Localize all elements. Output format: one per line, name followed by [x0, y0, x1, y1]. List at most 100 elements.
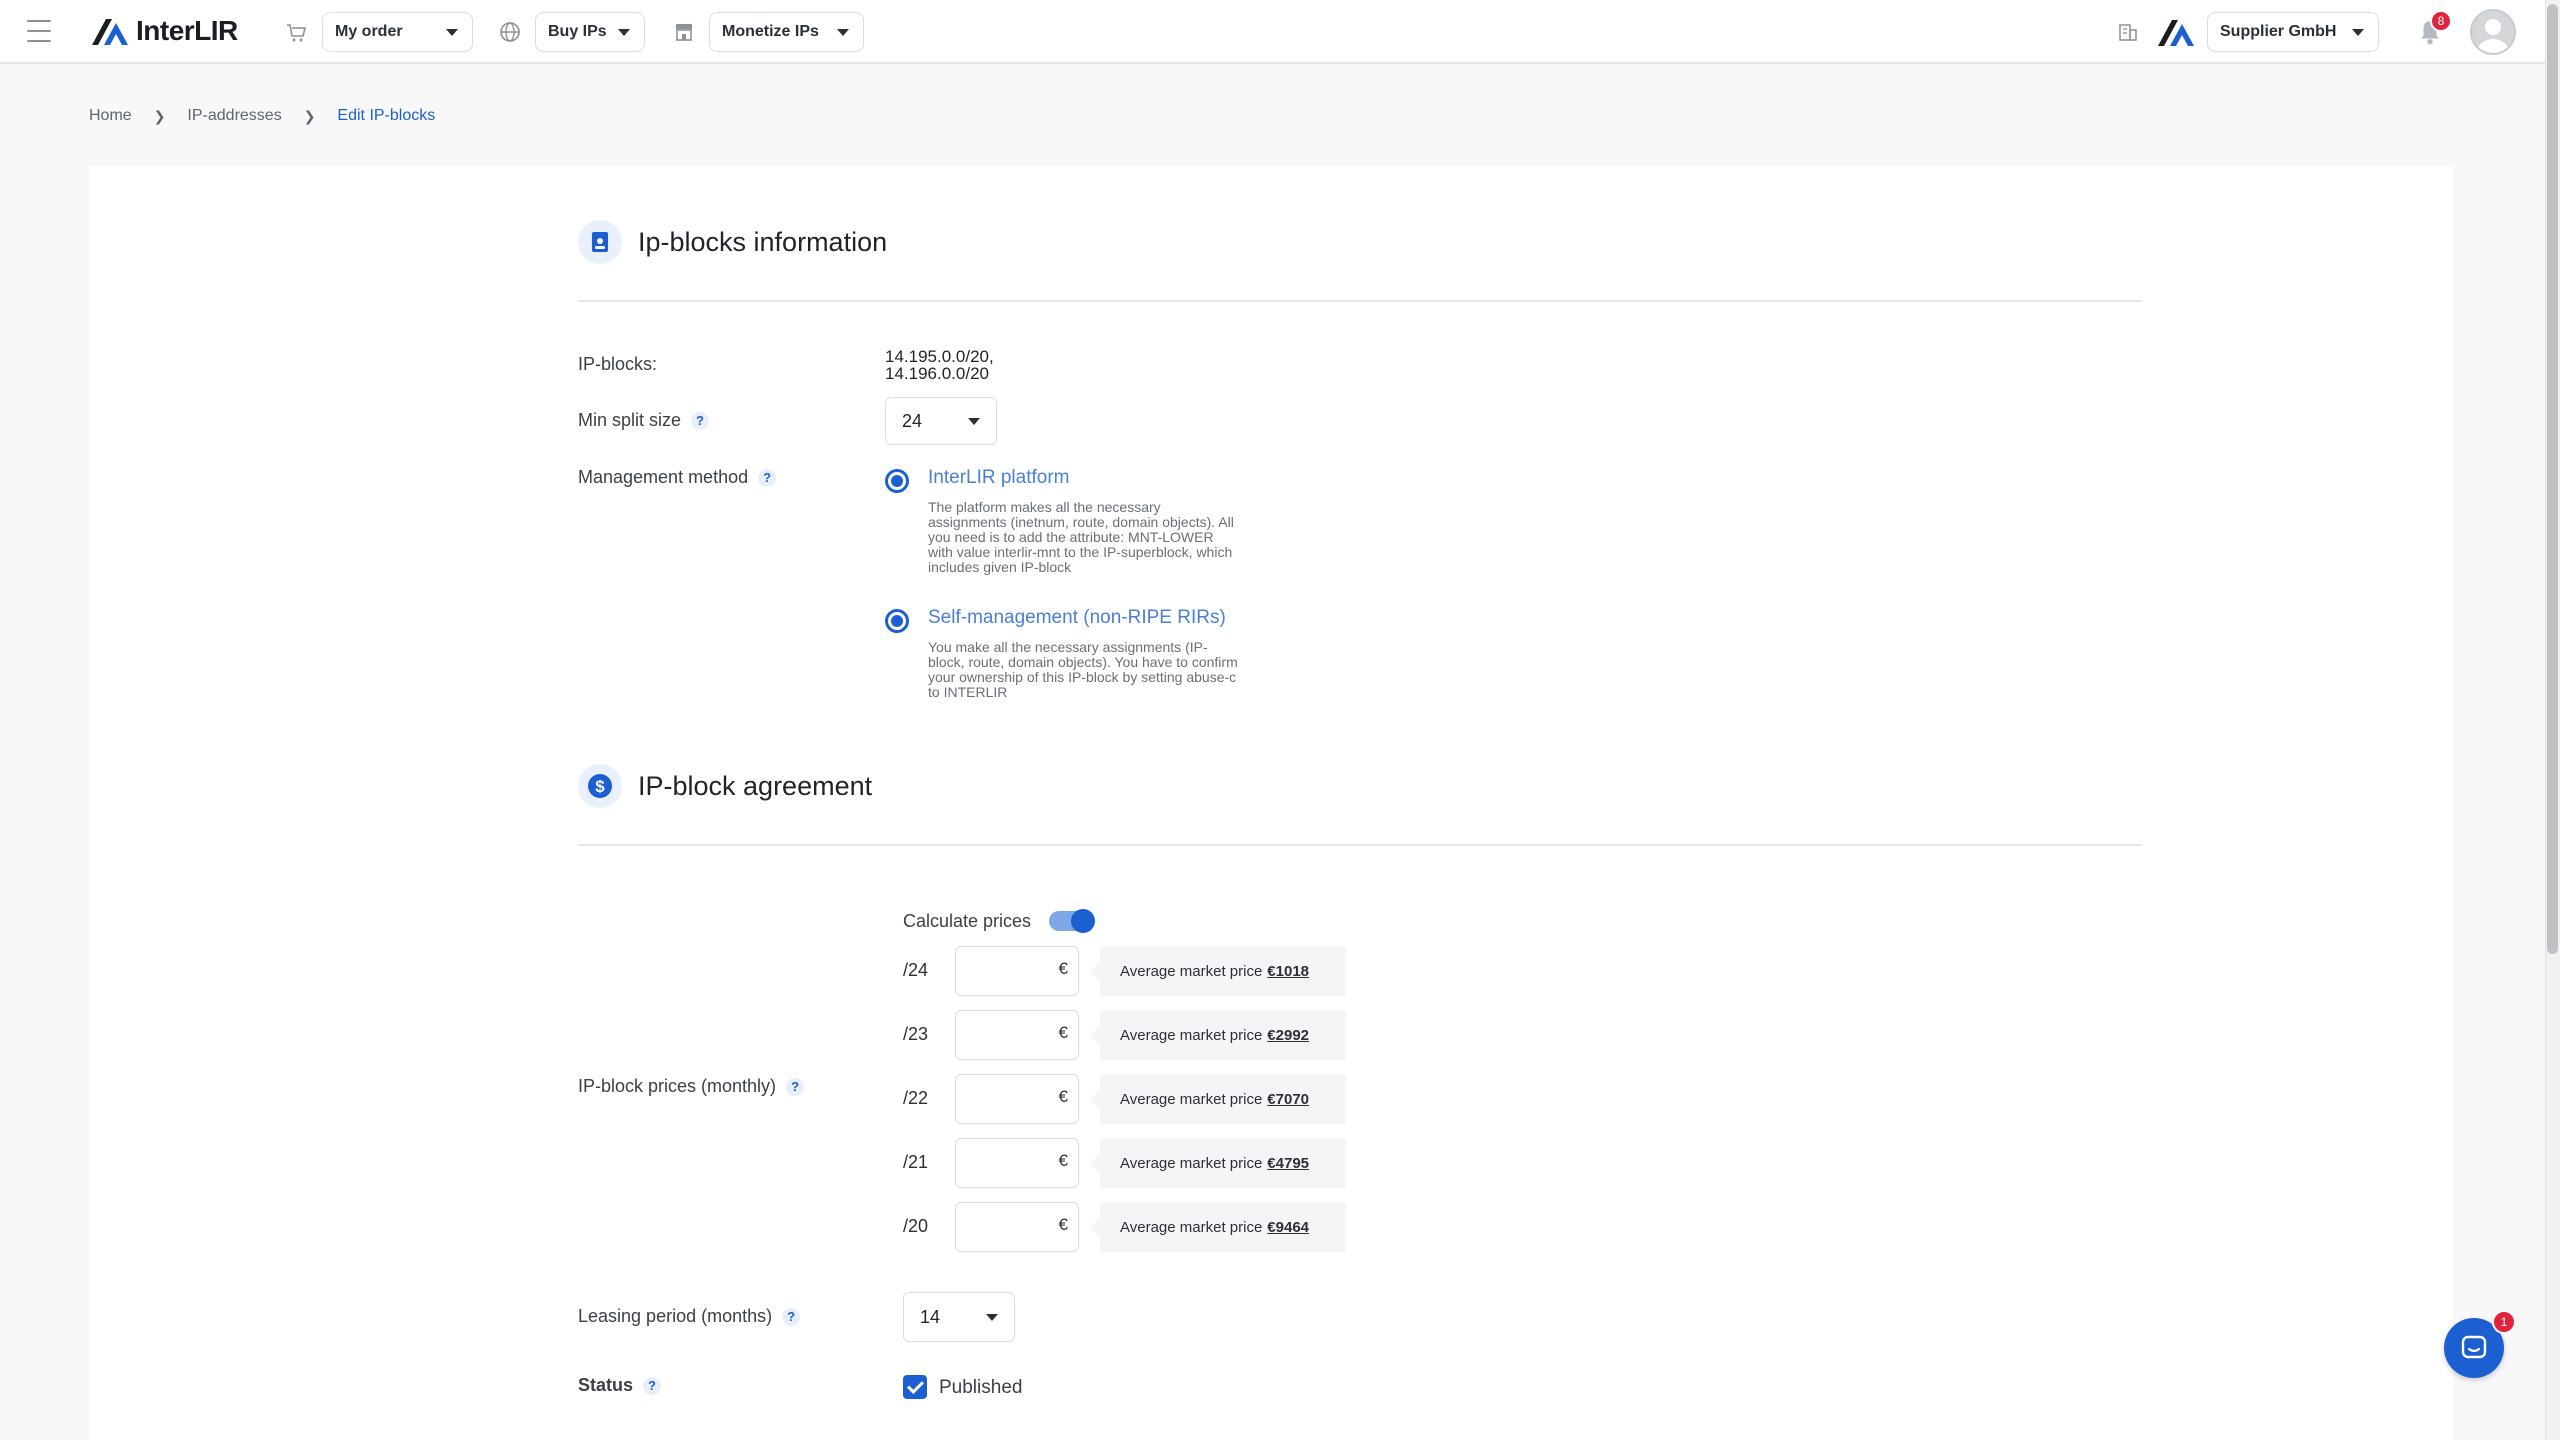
chevron-down-icon: [2352, 28, 2364, 36]
market-price-label: Average market price: [1120, 962, 1263, 980]
calculate-prices-label-text: Calculate prices: [903, 911, 1032, 931]
market-price-label: Average market price: [1120, 1026, 1263, 1044]
published-checkbox[interactable]: [903, 1375, 927, 1399]
market-price-link[interactable]: €2992: [1267, 1027, 1309, 1044]
help-icon[interactable]: ?: [691, 411, 710, 430]
scrollbar-thumb[interactable]: [2547, 4, 2558, 954]
info-section-header: Ip-blocks information: [578, 220, 887, 264]
price-size-label: /20: [903, 1216, 929, 1236]
calculate-prices-toggle[interactable]: [1049, 909, 1095, 933]
help-icon[interactable]: ?: [786, 1077, 805, 1096]
section-divider: [578, 300, 2142, 302]
avatar[interactable]: [2470, 9, 2516, 55]
market-price-hint: Average market price €2992: [1090, 1010, 1346, 1060]
breadcrumb-home[interactable]: Home: [89, 107, 132, 125]
ip-blocks-label: IP-blocks:: [578, 354, 657, 375]
chat-icon: [2461, 1335, 2487, 1359]
agreement-section-header: $ IP-block agreement: [578, 764, 872, 808]
option-platform-title[interactable]: InterLIR platform: [928, 467, 1070, 489]
chevron-down-icon: [446, 28, 458, 36]
leasing-period-label: Leasing period (months) ?: [578, 1306, 801, 1327]
ip-block-line: 14.196.0.0/20: [885, 364, 989, 383]
option-self-description: You make all the necessary assignments (…: [928, 639, 1238, 700]
help-icon[interactable]: ?: [758, 468, 777, 487]
edit-form-card: Ip-blocks information IP-blocks: 14.195.…: [89, 166, 2453, 1440]
top-bar: InterLIR My order Buy IPs Monetize IPs S…: [0, 0, 2545, 64]
menu-icon[interactable]: [27, 20, 51, 42]
market-price-label: Average market price: [1120, 1154, 1263, 1172]
building-icon: [2119, 24, 2137, 41]
ip-block-prices-label-text: IP-block prices (monthly): [578, 1076, 777, 1096]
market-price-link[interactable]: €4795: [1267, 1155, 1309, 1172]
euro-symbol: €: [1058, 959, 1068, 978]
market-price-link[interactable]: €9464: [1267, 1219, 1309, 1236]
my-order-button[interactable]: My order: [322, 12, 473, 52]
help-icon[interactable]: ?: [782, 1307, 801, 1326]
chevron-down-icon: [618, 28, 630, 36]
section-divider: [578, 844, 2142, 846]
euro-symbol: €: [1058, 1087, 1068, 1106]
ip-block-line: 14.195.0.0/20,: [885, 347, 994, 366]
ip-blocks-label-text: IP-blocks:: [578, 354, 658, 374]
company-name: Supplier GmbH: [2220, 23, 2337, 40]
page-scrollbar[interactable]: [2545, 0, 2560, 1440]
market-price-hint: Average market price €1018: [1090, 946, 1346, 996]
ip-blocks-value: 14.195.0.0/20, 14.196.0.0/20: [885, 348, 994, 382]
min-split-label: Min split size ?: [578, 410, 710, 431]
calculate-prices-label: Calculate prices: [903, 911, 1031, 932]
my-order-label: My order: [335, 23, 403, 40]
company-select[interactable]: Supplier GmbH: [2207, 12, 2379, 52]
min-split-select[interactable]: 24: [885, 397, 997, 445]
radio-interlir-platform[interactable]: [885, 469, 909, 493]
chevron-right-icon: ❯: [303, 107, 316, 124]
management-method-label: Management method ?: [578, 467, 777, 488]
chevron-down-icon: [968, 417, 980, 425]
market-price-hint: Average market price €9464: [1090, 1202, 1346, 1252]
interlir-logo-icon: [92, 19, 128, 45]
price-size-label: /23: [903, 1024, 929, 1044]
leasing-period-label-text: Leasing period (months): [578, 1306, 773, 1326]
market-price-hint: Average market price €4795: [1090, 1138, 1346, 1188]
agreement-section-title: IP-block agreement: [638, 770, 873, 801]
published-label[interactable]: Published: [939, 1377, 1022, 1399]
market-price-hint: Average market price €7070: [1090, 1074, 1346, 1124]
euro-symbol: €: [1058, 1023, 1068, 1042]
breadcrumb-ip-addresses[interactable]: IP-addresses: [187, 107, 281, 125]
euro-symbol: €: [1058, 1151, 1068, 1170]
management-method-label-text: Management method: [578, 467, 749, 487]
ip-block-prices-label: IP-block prices (monthly) ?: [578, 1076, 805, 1097]
option-platform-description: The platform makes all the necessary ass…: [928, 499, 1234, 575]
price-input-21[interactable]: €: [955, 1138, 1079, 1188]
help-icon[interactable]: ?: [643, 1376, 662, 1395]
market-price-link[interactable]: €7070: [1267, 1091, 1309, 1108]
store-icon: [676, 24, 692, 41]
info-section-title: Ip-blocks information: [638, 226, 888, 257]
min-split-value: 24: [902, 410, 923, 431]
status-label: Status ?: [578, 1375, 662, 1396]
price-size-label: /21: [903, 1152, 929, 1172]
price-input-24[interactable]: €: [955, 946, 1079, 996]
market-price-link[interactable]: €1018: [1267, 963, 1309, 980]
document-icon: [578, 220, 622, 264]
status-label-text: Status: [578, 1375, 634, 1395]
market-price-label: Average market price: [1120, 1090, 1263, 1108]
price-input-22[interactable]: €: [955, 1074, 1079, 1124]
chevron-down-icon: [837, 28, 849, 36]
monetize-ips-button[interactable]: Monetize IPs: [709, 12, 864, 52]
price-size-label: /22: [903, 1088, 929, 1108]
min-split-label-text: Min split size: [578, 410, 682, 430]
radio-self-management[interactable]: [885, 609, 909, 633]
globe-icon: [500, 22, 520, 42]
price-input-20[interactable]: €: [955, 1202, 1079, 1252]
buy-ips-button[interactable]: Buy IPs: [535, 12, 645, 52]
brand-logo[interactable]: InterLIR: [90, 14, 238, 48]
market-price-label: Average market price: [1120, 1218, 1263, 1236]
price-input-23[interactable]: €: [955, 1010, 1079, 1060]
chat-unread-badge: 1: [2492, 1310, 2516, 1334]
chevron-right-icon: ❯: [153, 107, 166, 124]
buy-ips-label: Buy IPs: [548, 23, 607, 40]
leasing-period-select[interactable]: 14: [903, 1292, 1015, 1342]
option-self-title[interactable]: Self-management (non-RIPE RIRs): [928, 607, 1226, 629]
euro-symbol: €: [1058, 1215, 1068, 1234]
chevron-down-icon: [986, 1313, 998, 1321]
